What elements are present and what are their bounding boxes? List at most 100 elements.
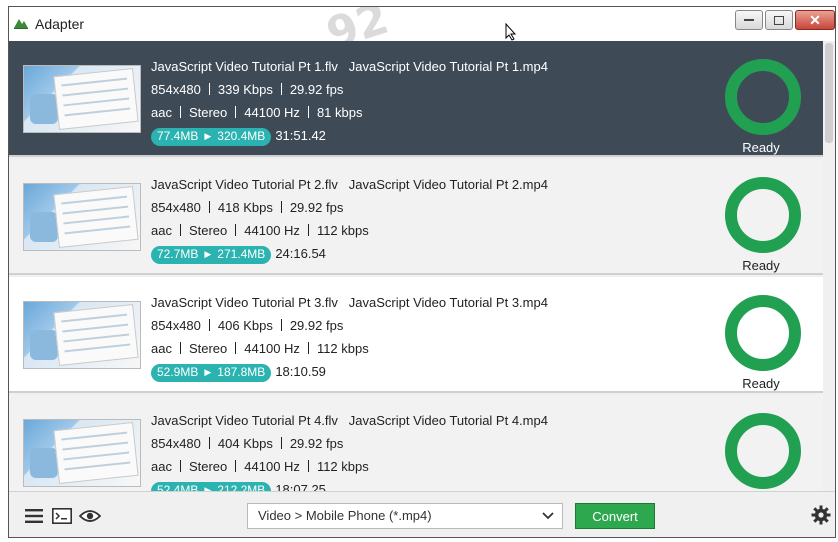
input-size: 72.7MB (157, 247, 199, 261)
mouse-cursor-icon (505, 23, 517, 41)
status-indicator: Ready (725, 177, 801, 273)
source-filename: JavaScript Video Tutorial Pt 2.flv (151, 177, 338, 192)
output-filename: JavaScript Video Tutorial Pt 2.mp4 (348, 177, 548, 192)
arrow-right-icon: ▶ (204, 485, 212, 491)
file-info: JavaScript Video Tutorial Pt 2.flv JavaS… (151, 173, 548, 265)
settings-button[interactable] (811, 505, 831, 530)
size-badge: 52.4MB ▶ 212.2MB (151, 481, 272, 491)
frame-rate: 29.92 fps (289, 318, 344, 333)
app-window: Adapter 92 ✕ JavaScript Video Tutorial P… (8, 6, 836, 538)
audio-codec: aac (151, 341, 172, 356)
input-size: 52.9MB (157, 365, 199, 379)
ready-ring-icon (725, 59, 801, 135)
input-size: 52.4MB (157, 483, 199, 491)
resolution: 854x480 (151, 436, 201, 451)
sample-rate: 44100 Hz (244, 341, 300, 356)
video-bitrate: 418 Kbps (217, 200, 273, 215)
file-info: JavaScript Video Tutorial Pt 3.flv JavaS… (151, 291, 548, 383)
minimize-icon (744, 19, 754, 21)
output-size: 320.4MB (217, 129, 266, 143)
status-indicator (725, 413, 801, 491)
status-indicator: Ready (725, 295, 801, 391)
duration: 18:10.59 (275, 364, 326, 379)
preview-button[interactable] (77, 504, 103, 528)
video-bitrate: 339 Kbps (217, 82, 273, 97)
resolution: 854x480 (151, 82, 201, 97)
status-label: Ready (742, 376, 780, 391)
file-list[interactable]: JavaScript Video Tutorial Pt 1.flv JavaS… (9, 41, 825, 491)
audio-bitrate: 112 kbps (316, 223, 369, 238)
sample-rate: 44100 Hz (244, 459, 300, 474)
duration: 31:51.42 (275, 128, 326, 143)
output-size: 187.8MB (217, 365, 266, 379)
file-row[interactable]: JavaScript Video Tutorial Pt 4.flv JavaS… (9, 395, 825, 491)
output-size: 271.4MB (217, 247, 266, 261)
video-thumbnail (23, 301, 141, 369)
close-button[interactable]: ✕ (795, 10, 835, 30)
audio-bitrate: 81 kbps (316, 105, 363, 120)
file-row[interactable]: JavaScript Video Tutorial Pt 3.flv JavaS… (9, 277, 825, 393)
status-label: Ready (742, 140, 780, 155)
app-logo-icon (14, 19, 28, 29)
file-info: JavaScript Video Tutorial Pt 1.flv JavaS… (151, 55, 548, 147)
duration: 18:07.25 (275, 482, 326, 491)
file-row[interactable]: JavaScript Video Tutorial Pt 1.flv JavaS… (9, 41, 825, 157)
vertical-scrollbar[interactable] (823, 41, 835, 491)
window-controls: ✕ (735, 7, 835, 33)
video-bitrate: 406 Kbps (217, 318, 273, 333)
console-button[interactable] (49, 504, 75, 528)
menu-icon (25, 509, 43, 523)
arrow-right-icon: ▶ (204, 249, 212, 259)
chevron-down-icon (542, 512, 554, 520)
ready-ring-icon (725, 295, 801, 371)
menu-button[interactable] (21, 504, 47, 528)
frame-rate: 29.92 fps (289, 436, 344, 451)
size-badge: 72.7MB ▶ 271.4MB (151, 245, 272, 264)
sample-rate: 44100 Hz (244, 105, 300, 120)
output-size: 212.2MB (217, 483, 266, 491)
resolution: 854x480 (151, 200, 201, 215)
audio-channels: Stereo (188, 459, 228, 474)
source-filename: JavaScript Video Tutorial Pt 4.flv (151, 413, 338, 428)
audio-channels: Stereo (188, 105, 228, 120)
size-badge: 52.9MB ▶ 187.8MB (151, 363, 272, 382)
audio-codec: aac (151, 105, 172, 120)
ready-ring-icon (725, 177, 801, 253)
arrow-right-icon: ▶ (204, 131, 212, 141)
format-value: Video > Mobile Phone (*.mp4) (258, 508, 432, 523)
arrow-right-icon: ▶ (204, 367, 212, 377)
window-title: Adapter (35, 16, 85, 32)
frame-rate: 29.92 fps (289, 82, 344, 97)
eye-icon (79, 510, 101, 522)
video-bitrate: 404 Kbps (217, 436, 273, 451)
maximize-icon (774, 15, 784, 25)
duration: 24:16.54 (275, 246, 326, 261)
audio-codec: aac (151, 459, 172, 474)
output-filename: JavaScript Video Tutorial Pt 4.mp4 (348, 413, 548, 428)
audio-bitrate: 112 kbps (316, 341, 369, 356)
convert-button[interactable]: Convert (575, 503, 655, 529)
status-label: Ready (742, 258, 780, 273)
close-icon: ✕ (809, 11, 821, 28)
gear-icon (811, 505, 831, 525)
video-thumbnail (23, 419, 141, 487)
source-filename: JavaScript Video Tutorial Pt 3.flv (151, 295, 338, 310)
ready-ring-icon (725, 413, 801, 489)
file-info: JavaScript Video Tutorial Pt 4.flv JavaS… (151, 409, 548, 491)
source-filename: JavaScript Video Tutorial Pt 1.flv (151, 59, 338, 74)
output-filename: JavaScript Video Tutorial Pt 3.mp4 (348, 295, 548, 310)
input-size: 77.4MB (157, 129, 199, 143)
audio-codec: aac (151, 223, 172, 238)
frame-rate: 29.92 fps (289, 200, 344, 215)
file-row[interactable]: JavaScript Video Tutorial Pt 2.flv JavaS… (9, 159, 825, 275)
output-format-select[interactable]: Video > Mobile Phone (*.mp4) (247, 503, 563, 529)
sample-rate: 44100 Hz (244, 223, 300, 238)
bottom-toolbar: Video > Mobile Phone (*.mp4) Convert (9, 491, 835, 537)
resolution: 854x480 (151, 318, 201, 333)
minimize-button[interactable] (735, 10, 763, 30)
video-thumbnail (23, 183, 141, 251)
scrollbar-thumb[interactable] (825, 43, 833, 143)
audio-bitrate: 112 kbps (316, 459, 369, 474)
audio-channels: Stereo (188, 223, 228, 238)
maximize-button[interactable] (765, 10, 793, 30)
